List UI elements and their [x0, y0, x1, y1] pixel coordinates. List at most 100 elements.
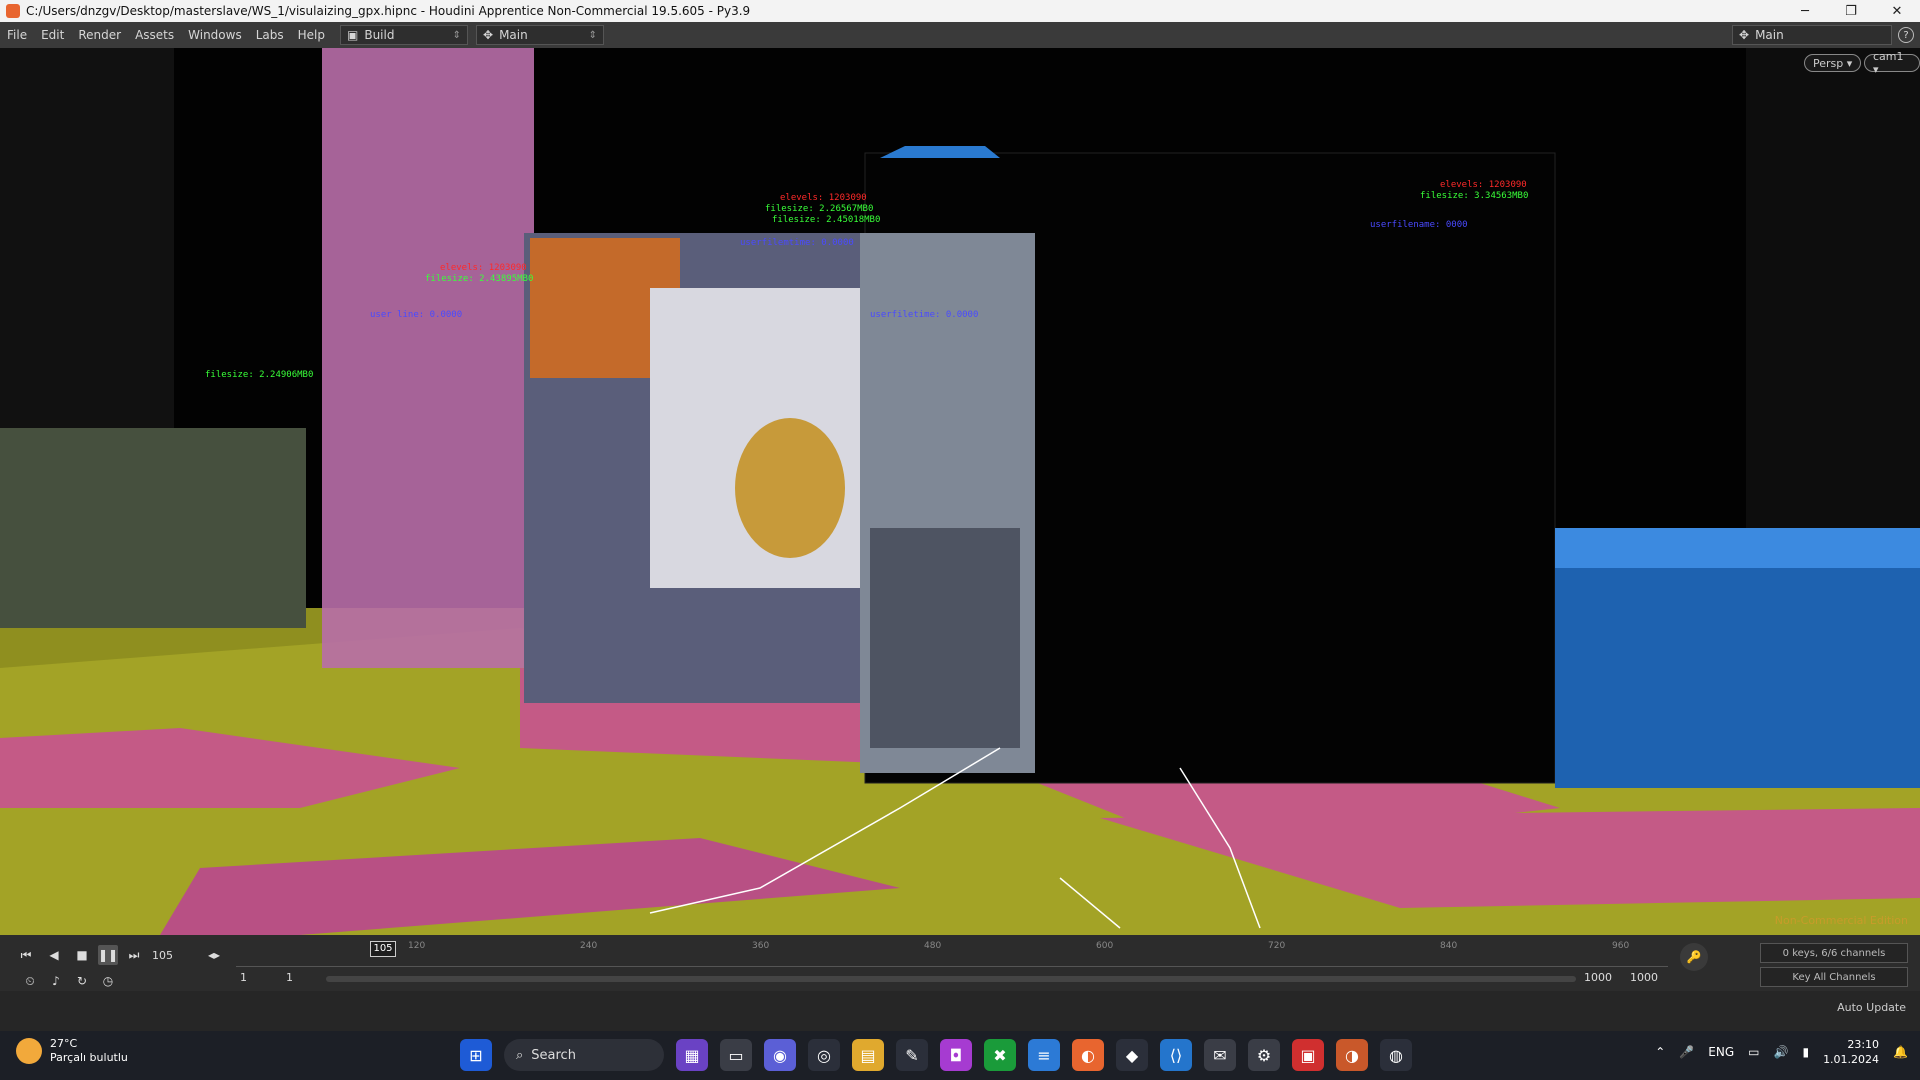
- step-back-icon[interactable]: ◀: [44, 945, 64, 965]
- frame-step-icon[interactable]: ◂▸: [204, 945, 224, 965]
- overlay-label: filesize: 3.34563MB0: [1420, 191, 1529, 201]
- photo-food-detail: [735, 418, 845, 558]
- scene-render: [0, 48, 1920, 935]
- overlay-label: filesize: 2.45018MB0: [772, 215, 881, 225]
- file-explorer-icon[interactable]: ▤: [852, 1039, 884, 1071]
- xbox-icon[interactable]: ✖: [984, 1039, 1016, 1071]
- scene-viewport[interactable]: Persp ▾ cam1 ▾ elevels: 1203090 filesize…: [0, 48, 1920, 935]
- pause-icon[interactable]: ❚❚: [98, 945, 118, 965]
- right-desktop-label: Main: [1755, 28, 1784, 42]
- notification-bell-icon[interactable]: 🔔: [1893, 1045, 1908, 1059]
- right-desktop-dropdown[interactable]: ✥ Main: [1732, 25, 1892, 45]
- loop-icon[interactable]: ↻: [72, 971, 92, 991]
- overlay-label: user line: 0.0000: [370, 310, 463, 320]
- left-image-strip: [0, 428, 306, 628]
- overlay-label: userfiletime: 0.0000: [870, 310, 979, 320]
- battery-icon[interactable]: ▮: [1802, 1045, 1809, 1059]
- camera-select-dropdown[interactable]: cam1 ▾: [1864, 50, 1920, 76]
- houdini-app-icon: [6, 4, 20, 18]
- audio-icon[interactable]: ♪: [46, 971, 66, 991]
- playback-start-field[interactable]: 1: [286, 971, 293, 984]
- range-start-field[interactable]: 1: [240, 971, 247, 984]
- menu-assets[interactable]: Assets: [128, 28, 181, 42]
- overlay-label: userfilename: 0000: [1370, 220, 1468, 230]
- weather-temp: 27°C: [50, 1037, 78, 1050]
- overlay-label: elevels: 1203090: [1440, 180, 1527, 190]
- tick-label: 720: [1268, 941, 1286, 951]
- chevron-up-icon[interactable]: ⌃: [1655, 1045, 1665, 1059]
- range-slider[interactable]: [326, 976, 1576, 982]
- mail-icon[interactable]: ✉: [1204, 1039, 1236, 1071]
- menu-render[interactable]: Render: [71, 28, 128, 42]
- notepad-icon[interactable]: ≡: [1028, 1039, 1060, 1071]
- menu-windows[interactable]: Windows: [181, 28, 249, 42]
- vscode-icon[interactable]: ⟨⟩: [1160, 1039, 1192, 1071]
- git-icon[interactable]: ◆: [1116, 1039, 1148, 1071]
- taskbar-apps: ⊞ ⌕ Search ▦ ▭ ◉ ◎ ▤ ✎ ◘ ✖ ≡ ◐ ◆ ⟨⟩ ✉ ⚙ …: [460, 1039, 1412, 1071]
- language-indicator[interactable]: ENG: [1708, 1045, 1734, 1059]
- pink-building: [322, 48, 534, 668]
- range-end-field[interactable]: 1000: [1630, 971, 1658, 984]
- tick-label: 960: [1612, 941, 1630, 951]
- timeline-cursor[interactable]: 105: [370, 941, 396, 957]
- teams-icon[interactable]: ◉: [764, 1039, 796, 1071]
- current-frame-field[interactable]: 105: [152, 946, 200, 964]
- weather-icon: [16, 1038, 42, 1064]
- timeline-ruler[interactable]: 105 120 240 360 480 600 720 840 960: [236, 941, 1668, 967]
- steam-icon[interactable]: ◍: [1380, 1039, 1412, 1071]
- desktop-main-dropdown[interactable]: ✥ Main ⇕: [476, 25, 604, 45]
- close-button[interactable]: ✕: [1874, 0, 1920, 22]
- playback-end-field[interactable]: 1000: [1584, 971, 1612, 984]
- chrome-icon[interactable]: ◎: [808, 1039, 840, 1071]
- window-title: C:/Users/dnzgv/Desktop/masterslave/WS_1/…: [26, 4, 751, 18]
- key-icon[interactable]: 🔑: [1680, 943, 1708, 971]
- houdini-launcher-icon[interactable]: ◐: [1072, 1039, 1104, 1071]
- tick-label: 360: [752, 941, 770, 951]
- menu-file[interactable]: File: [0, 28, 34, 42]
- volume-icon[interactable]: 🔊: [1774, 1045, 1789, 1059]
- menubar: File Edit Render Assets Windows Labs Hel…: [0, 22, 1920, 48]
- settings-gear-icon[interactable]: ⚙: [1248, 1039, 1280, 1071]
- windows-start-icon[interactable]: ⊞: [460, 1039, 492, 1071]
- maximize-button[interactable]: ❐: [1828, 0, 1874, 22]
- clock-icon[interactable]: ◷: [98, 971, 118, 991]
- stop-icon[interactable]: ■: [72, 945, 92, 965]
- tick-label: 120: [408, 941, 426, 951]
- key-all-channels-dropdown[interactable]: Key All Channels: [1760, 967, 1908, 987]
- main-icon: ✥: [1739, 28, 1750, 42]
- camera-view-dropdown[interactable]: Persp ▾: [1804, 54, 1862, 72]
- jump-start-icon[interactable]: ⏮: [16, 945, 36, 965]
- instagram-icon[interactable]: ◘: [940, 1039, 972, 1071]
- overlay-label: elevels: 1203090: [780, 193, 867, 203]
- right-blue-panel-top: [1555, 528, 1920, 568]
- tick-label: 240: [580, 941, 598, 951]
- window-titlebar: C:/Users/dnzgv/Desktop/masterslave/WS_1/…: [0, 0, 1920, 22]
- clock-time: 23:10: [1847, 1038, 1880, 1051]
- windows-taskbar: 27°C Parçalı bulutlu ⊞ ⌕ Search ▦ ▭ ◉ ◎ …: [0, 1031, 1920, 1080]
- weather-widget[interactable]: 27°C Parçalı bulutlu: [16, 1037, 128, 1065]
- menu-edit[interactable]: Edit: [34, 28, 71, 42]
- microphone-icon[interactable]: 🎤: [1679, 1045, 1694, 1059]
- menu-help[interactable]: Help: [291, 28, 332, 42]
- keys-channels-info[interactable]: 0 keys, 6/6 channels: [1760, 943, 1908, 963]
- widgets-icon[interactable]: ▦: [676, 1039, 708, 1071]
- main-icon: ✥: [483, 28, 494, 42]
- minimize-button[interactable]: ─: [1782, 0, 1828, 22]
- chevron-updown-icon: ⇕: [588, 29, 597, 41]
- houdini-active-icon[interactable]: ◑: [1336, 1039, 1368, 1071]
- pen-tool-icon[interactable]: ✎: [896, 1039, 928, 1071]
- network-icon[interactable]: ▭: [1748, 1045, 1759, 1059]
- jump-end-icon[interactable]: ⏭: [124, 945, 144, 965]
- tick-label: 480: [924, 941, 942, 951]
- help-icon[interactable]: ?: [1898, 27, 1914, 43]
- auto-update-dropdown[interactable]: Auto Update: [1837, 1001, 1906, 1014]
- clock[interactable]: 23:10 1.01.2024: [1823, 1037, 1879, 1067]
- chevron-updown-icon: ⇕: [452, 29, 461, 41]
- menu-labs[interactable]: Labs: [249, 28, 291, 42]
- realtime-icon[interactable]: ⏲: [20, 971, 40, 991]
- task-view-icon[interactable]: ▭: [720, 1039, 752, 1071]
- taskbar-search[interactable]: ⌕ Search: [504, 1039, 664, 1071]
- pdf-reader-icon[interactable]: ▣: [1292, 1039, 1324, 1071]
- status-strip: Auto Update: [0, 991, 1920, 1031]
- desktop-build-dropdown[interactable]: ▣ Build ⇕: [340, 25, 468, 45]
